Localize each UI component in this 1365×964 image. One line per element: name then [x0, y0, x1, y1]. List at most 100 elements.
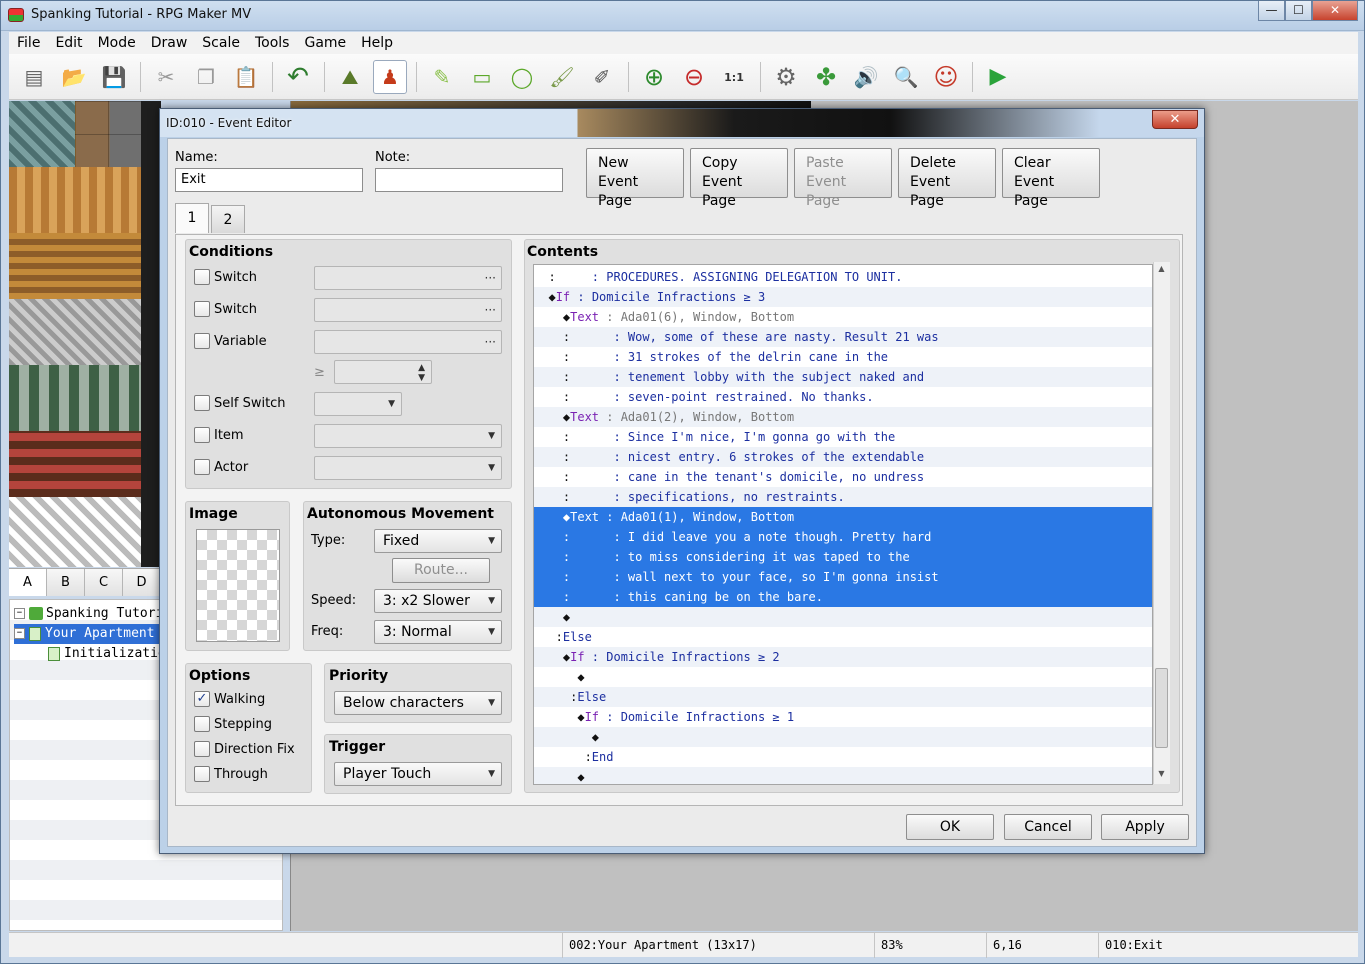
event-command-row[interactable]: ◆ [534, 607, 1152, 627]
minimize-button[interactable]: — [1258, 1, 1285, 21]
tileset-tab-b[interactable]: B [47, 569, 85, 596]
priority-select[interactable]: Below characters ▼ [334, 691, 502, 715]
dialog-close-button[interactable]: ✕ [1152, 110, 1198, 129]
menu-draw[interactable]: Draw [143, 32, 195, 54]
event-command-row[interactable]: ◆ [534, 667, 1152, 687]
ok-button[interactable]: OK [906, 814, 994, 840]
variable-checkbox[interactable] [194, 333, 210, 349]
stepping-checkbox[interactable] [194, 716, 210, 732]
open-project-icon[interactable]: 📂 [57, 60, 91, 94]
apply-button[interactable]: Apply [1101, 814, 1189, 840]
movement-type-select[interactable]: Fixed ▼ [374, 529, 502, 553]
event-command-row[interactable]: :Else [534, 627, 1152, 647]
event-command-row[interactable]: : : PROCEDURES. ASSIGNING DELEGATION TO … [534, 267, 1152, 287]
self-switch-checkbox[interactable] [194, 395, 210, 411]
tileset-tab-a[interactable]: A [9, 569, 47, 596]
ellipse-icon[interactable]: ◯ [505, 60, 539, 94]
walking-checkbox[interactable]: ✓ [194, 691, 210, 707]
playtest-icon[interactable]: ▶ [981, 60, 1015, 94]
zoom-out-icon[interactable]: ⊖ [677, 60, 711, 94]
event-command-row[interactable]: : : this caning be on the bare. [534, 587, 1152, 607]
database-icon[interactable]: ⚙ [769, 60, 803, 94]
new-project-icon[interactable]: ▤ [17, 60, 51, 94]
route-button[interactable]: Route... [392, 558, 490, 583]
event-command-row[interactable]: ◆Text : Ada01(1), Window, Bottom [534, 507, 1152, 527]
flood-fill-icon[interactable]: 🖌 [545, 60, 579, 94]
undo-icon[interactable]: ↶ [281, 60, 315, 94]
event-command-row[interactable]: ◆If : Domicile Infractions ≥ 3 [534, 287, 1152, 307]
character-generator-icon[interactable]: ☺ [929, 60, 963, 94]
event-command-row[interactable]: : : seven-point restrained. No thanks. [534, 387, 1152, 407]
event-command-row[interactable]: ◆ [534, 727, 1152, 747]
page-tab-1[interactable]: 1 [175, 203, 209, 233]
copy-event-page-button[interactable]: Copy Event Page [690, 148, 788, 209]
event-searcher-icon[interactable]: 🔍 [889, 60, 923, 94]
close-button[interactable]: ✕ [1312, 1, 1358, 21]
event-command-row[interactable]: : : cane in the tenant's domicile, no un… [534, 467, 1152, 487]
event-command-row[interactable]: :End [534, 747, 1152, 767]
event-command-row[interactable]: :Else [534, 687, 1152, 707]
page-tab-2[interactable]: 2 [211, 205, 245, 233]
menu-tools[interactable]: Tools [247, 32, 297, 54]
copy-icon[interactable]: ❐ [189, 60, 223, 94]
event-command-row[interactable]: : : Wow, some of these are nasty. Result… [534, 327, 1152, 347]
item-checkbox[interactable] [194, 427, 210, 443]
paste-icon[interactable]: 📋 [229, 60, 263, 94]
through-checkbox[interactable] [194, 766, 210, 782]
zoom-actual-icon[interactable]: 1:1 [717, 60, 751, 94]
map-mode-icon[interactable]: ⛰ [333, 60, 367, 94]
event-list-scrollbar[interactable]: ▲ ▼ [1153, 262, 1170, 784]
event-command-row[interactable]: : : wall next to your face, so I'm gonna… [534, 567, 1152, 587]
sound-test-icon[interactable]: 🔊 [849, 60, 883, 94]
save-project-icon[interactable]: 💾 [97, 60, 131, 94]
tree-item-your-apartment[interactable]: − Your Apartment [14, 624, 159, 644]
tileset-tab-d[interactable]: D [123, 569, 161, 596]
trigger-select[interactable]: Player Touch ▼ [334, 762, 502, 786]
event-command-row[interactable]: : : tenement lobby with the subject nake… [534, 367, 1152, 387]
menu-edit[interactable]: Edit [47, 32, 89, 54]
event-image-preview[interactable] [196, 529, 280, 642]
event-mode-icon[interactable]: ♟ [373, 60, 407, 94]
switch1-checkbox[interactable] [194, 269, 210, 285]
shadow-pen-icon[interactable]: ✐ [585, 60, 619, 94]
event-command-row[interactable]: : : I did leave you a note though. Prett… [534, 527, 1152, 547]
direction-fix-checkbox[interactable] [194, 741, 210, 757]
new-event-page-button[interactable]: New Event Page [586, 148, 684, 209]
actor-checkbox[interactable] [194, 459, 210, 475]
tileset-palette[interactable] [9, 101, 161, 567]
clear-event-page-button[interactable]: Clear Event Page [1002, 148, 1100, 209]
event-command-row[interactable]: : : Since I'm nice, I'm gonna go with th… [534, 427, 1152, 447]
cancel-button[interactable]: Cancel [1004, 814, 1092, 840]
event-command-row[interactable]: : : specifications, no restraints. [534, 487, 1152, 507]
note-field[interactable] [375, 168, 563, 192]
collapse-toggle-icon[interactable]: − [14, 608, 25, 619]
speed-select[interactable]: 3: x2 Slower ▼ [374, 589, 502, 613]
maximize-button[interactable]: ☐ [1285, 1, 1312, 21]
event-command-list[interactable]: : : PROCEDURES. ASSIGNING DELEGATION TO … [533, 264, 1153, 785]
menu-game[interactable]: Game [296, 32, 353, 54]
paste-event-page-button[interactable]: Paste Event Page [794, 148, 892, 209]
switch2-checkbox[interactable] [194, 301, 210, 317]
collapse-toggle-icon[interactable]: − [14, 628, 25, 639]
menu-scale[interactable]: Scale [194, 32, 247, 54]
event-command-row[interactable]: : : to miss considering it was taped to … [534, 547, 1152, 567]
pencil-icon[interactable]: ✎ [425, 60, 459, 94]
cut-icon[interactable]: ✂ [149, 60, 183, 94]
tileset-tab-c[interactable]: C [85, 569, 123, 596]
event-command-row[interactable]: ◆Text : Ada01(6), Window, Bottom [534, 307, 1152, 327]
rectangle-icon[interactable]: ▭ [465, 60, 499, 94]
event-command-row[interactable]: ◆Text : Ada01(2), Window, Bottom [534, 407, 1152, 427]
event-command-row[interactable]: : : 31 strokes of the delrin cane in the [534, 347, 1152, 367]
menu-help[interactable]: Help [353, 32, 400, 54]
delete-event-page-button[interactable]: Delete Event Page [898, 148, 996, 209]
menu-mode[interactable]: Mode [90, 32, 143, 54]
name-field[interactable]: Exit [175, 168, 363, 192]
zoom-in-icon[interactable]: ⊕ [637, 60, 671, 94]
event-command-row[interactable]: ◆If : Domicile Infractions ≥ 2 [534, 647, 1152, 667]
plugin-manager-icon[interactable]: ✤ [809, 60, 843, 94]
freq-select[interactable]: 3: Normal ▼ [374, 620, 502, 644]
event-command-row[interactable]: : : nicest entry. 6 strokes of the exten… [534, 447, 1152, 467]
event-command-row[interactable]: ◆ [534, 767, 1152, 784]
menu-file[interactable]: File [9, 32, 47, 54]
event-command-row[interactable]: ◆If : Domicile Infractions ≥ 1 [534, 707, 1152, 727]
